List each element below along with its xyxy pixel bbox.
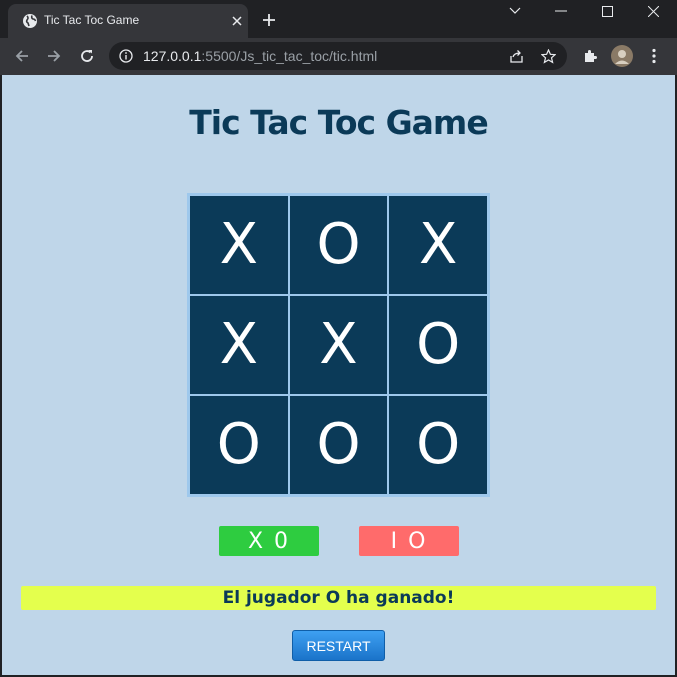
restart-button[interactable]: RESTART: [292, 630, 385, 661]
tab-strip: Tic Tac Toc Game: [0, 0, 677, 38]
globe-icon: [23, 14, 37, 28]
page-title: Tic Tac Toc Game: [189, 103, 488, 142]
reload-icon[interactable]: [78, 47, 96, 65]
board-cell-3[interactable]: X: [389, 196, 487, 294]
address-bar[interactable]: 127.0.0.1:5500/Js_tic_tac_toc/tic.html: [109, 42, 567, 70]
info-icon[interactable]: [119, 49, 133, 63]
browser-tab[interactable]: Tic Tac Toc Game: [8, 4, 248, 38]
board-cell-8[interactable]: O: [289, 396, 388, 494]
back-icon[interactable]: [13, 47, 31, 65]
board-cell-7[interactable]: O: [190, 396, 288, 494]
game-board: X O X X X O O O O: [187, 193, 490, 497]
menu-dots-icon[interactable]: [645, 47, 663, 65]
share-icon[interactable]: [509, 49, 524, 64]
close-window-icon[interactable]: [630, 0, 676, 22]
forward-icon[interactable]: [45, 47, 63, 65]
bookmark-star-icon[interactable]: [541, 49, 556, 64]
minimize-icon[interactable]: [538, 0, 584, 22]
browser-toolbar: 127.0.0.1:5500/Js_tic_tac_toc/tic.html: [0, 38, 677, 75]
board-cell-9[interactable]: O: [389, 396, 487, 494]
extensions-icon[interactable]: [581, 47, 599, 65]
score-x-badge: X 0: [219, 526, 319, 556]
url-text: 127.0.0.1:5500/Js_tic_tac_toc/tic.html: [143, 48, 378, 64]
profile-avatar-icon[interactable]: [611, 45, 633, 67]
status-message: El jugador O ha ganado!: [21, 586, 656, 610]
tab-search-chevron-icon[interactable]: [492, 0, 538, 22]
board-cell-6[interactable]: O: [389, 296, 487, 394]
close-tab-icon[interactable]: [230, 14, 244, 28]
board-cell-2[interactable]: O: [289, 196, 388, 294]
page-viewport: Tic Tac Toc Game X O X X X O O O O X 0 I…: [2, 75, 675, 675]
board-cell-5[interactable]: X: [289, 296, 388, 394]
score-o-badge: I O: [359, 526, 459, 556]
board-cell-4[interactable]: X: [190, 296, 288, 394]
tab-title: Tic Tac Toc Game: [44, 13, 140, 27]
new-tab-icon[interactable]: [261, 12, 277, 28]
maximize-icon[interactable]: [584, 0, 630, 22]
board-cell-1[interactable]: X: [190, 196, 288, 294]
